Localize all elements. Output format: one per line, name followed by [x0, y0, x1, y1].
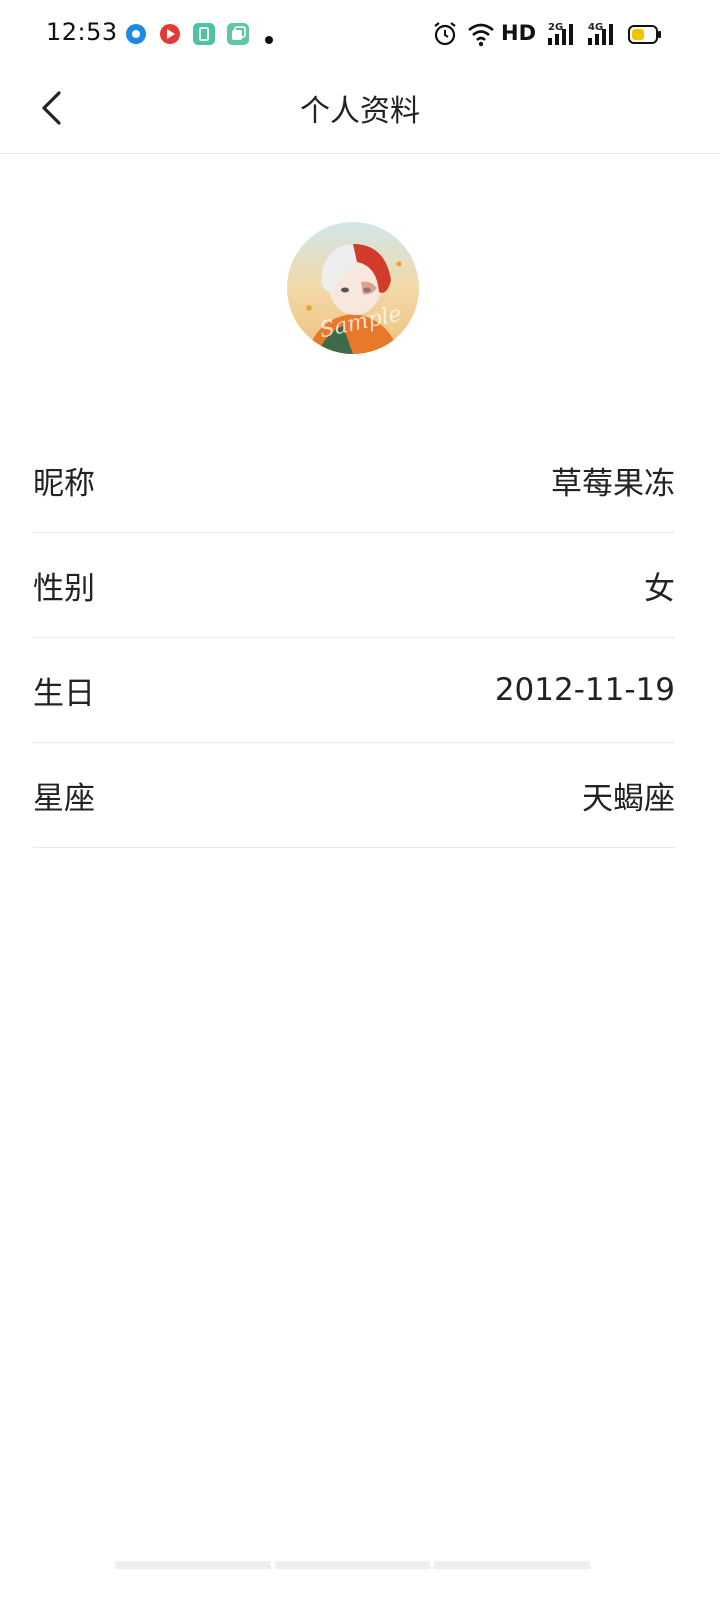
birthday-row[interactable]: 生日 2012-11-19	[33, 638, 675, 743]
green-copy-app-icon	[226, 22, 252, 48]
gender-value: 女	[644, 570, 675, 607]
zodiac-label: 星座	[33, 780, 95, 817]
zodiac-value: 天蝎座	[582, 780, 675, 817]
birthday-label: 生日	[33, 675, 95, 712]
avatar[interactable]: Sample	[287, 222, 419, 354]
alarm-icon	[432, 20, 458, 52]
status-time: 12:53	[46, 18, 118, 46]
home-indicator-segment	[115, 1561, 271, 1569]
birthday-value: 2012-11-19	[494, 672, 675, 708]
app-header: 个人资料	[0, 70, 720, 154]
zodiac-row[interactable]: 星座 天蝎座	[33, 743, 675, 848]
battery-icon	[628, 24, 662, 50]
page-title: 个人资料	[300, 94, 420, 129]
profile-info-list: 昵称 草莓果冻 性别 女 生日 2012-11-19 星座 天蝎座	[33, 428, 675, 848]
wifi-icon	[466, 20, 496, 52]
nickname-value: 草莓果冻	[551, 465, 675, 502]
nickname-label: 昵称	[33, 465, 95, 502]
red-video-app-icon	[158, 22, 184, 48]
home-indicator-segment	[434, 1561, 591, 1569]
status-bar: 12:53 HD 2G 4G	[0, 0, 720, 70]
blue-circle-app-icon	[124, 22, 150, 48]
signal-4g-icon: 4G	[586, 20, 618, 52]
nickname-row[interactable]: 昵称 草莓果冻	[33, 428, 675, 533]
teal-shop-app-icon	[192, 22, 218, 48]
signal-2g-icon: 2G	[546, 20, 578, 52]
home-indicator-segment	[274, 1561, 431, 1569]
home-indicator[interactable]	[115, 1561, 591, 1569]
gender-label: 性别	[33, 570, 95, 607]
hd-label: HD	[501, 21, 537, 45]
dot-icon	[264, 30, 274, 44]
gender-row[interactable]: 性别 女	[33, 533, 675, 638]
